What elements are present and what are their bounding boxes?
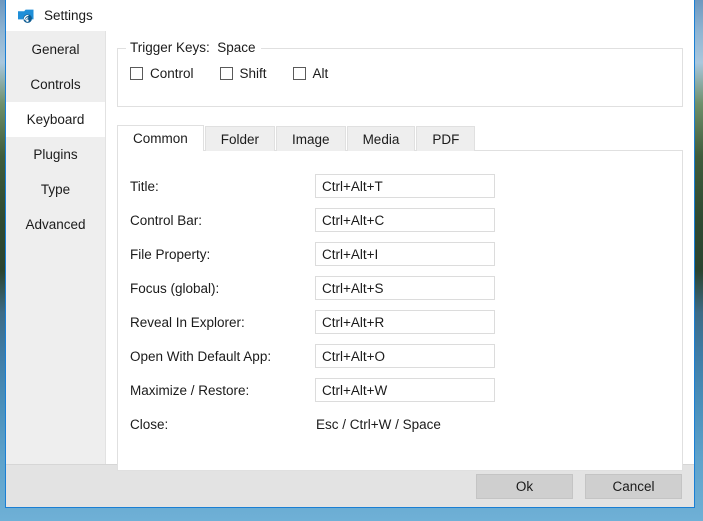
tab-common[interactable]: Common <box>117 125 204 151</box>
tab-label: Image <box>292 132 330 147</box>
shortcut-row-title: Title: <box>118 169 682 203</box>
common-shortcuts-panel: Title: Control Bar: File Property: Focus… <box>117 150 683 471</box>
checkbox-box-icon[interactable] <box>292 67 306 80</box>
shortcut-row-focus-global: Focus (global): <box>118 271 682 305</box>
ok-button[interactable]: Ok <box>476 473 573 499</box>
shortcut-input-open-with-default-app[interactable] <box>315 344 495 368</box>
sidebar-item-label: Type <box>40 182 71 197</box>
tab-label: PDF <box>432 132 460 147</box>
sidebar-item-advanced[interactable]: Advanced <box>6 207 105 242</box>
checkbox-control[interactable]: Control <box>130 66 194 81</box>
shortcut-value-close: Esc / Ctrl+W / Space <box>316 416 441 432</box>
shortcut-row-close: Close: Esc / Ctrl+W / Space <box>118 407 682 441</box>
tab-pdf[interactable]: PDF <box>416 126 476 151</box>
sidebar-item-type[interactable]: Type <box>6 172 105 207</box>
settings-sidebar: General Controls Keyboard Plugins Type A… <box>6 31 106 464</box>
shortcut-label: File Property: <box>130 246 211 262</box>
shortcut-input-focus-global[interactable] <box>315 276 495 300</box>
tab-image[interactable]: Image <box>276 126 346 151</box>
sidebar-item-keyboard[interactable]: Keyboard <box>6 102 105 137</box>
cancel-button[interactable]: Cancel <box>585 473 682 499</box>
shortcut-input-title[interactable] <box>315 174 495 198</box>
sidebar-item-label: Advanced <box>25 217 86 232</box>
shortcut-label: Title: <box>130 178 159 194</box>
shortcut-label: Reveal In Explorer: <box>130 314 245 330</box>
tab-label: Common <box>133 131 188 146</box>
sidebar-item-label: Controls <box>30 77 81 92</box>
window-body: General Controls Keyboard Plugins Type A… <box>6 31 694 471</box>
shortcut-input-reveal-in-explorer[interactable] <box>315 310 495 334</box>
window-titlebar[interactable]: Settings <box>6 0 694 31</box>
settings-content-pane: Trigger Keys: Space Control Shift Alt Co… <box>106 31 694 471</box>
checkbox-alt[interactable]: Alt <box>292 66 329 81</box>
checkbox-shift[interactable]: Shift <box>219 66 267 81</box>
trigger-keys-group: Trigger Keys: Space Control Shift Alt <box>117 40 683 107</box>
checkbox-box-icon[interactable] <box>219 67 233 80</box>
desktop-background: Settings General Controls Keyboard Plugi… <box>0 0 703 521</box>
shortcut-row-control-bar: Control Bar: <box>118 203 682 237</box>
tab-label: Folder <box>220 132 260 147</box>
shortcut-label: Focus (global): <box>130 280 220 296</box>
sidebar-item-plugins[interactable]: Plugins <box>6 137 105 172</box>
settings-window: Settings General Controls Keyboard Plugi… <box>5 0 695 508</box>
shortcut-label: Close: <box>130 416 169 432</box>
trigger-keys-checkbox-row: Control Shift Alt <box>130 66 670 81</box>
tab-label: Media <box>362 132 400 147</box>
shortcut-tabs: Common Folder Image Media PDF <box>117 125 683 151</box>
checkbox-label: Control <box>150 66 194 81</box>
sidebar-item-label: Plugins <box>33 147 78 162</box>
checkbox-box-icon[interactable] <box>130 67 143 80</box>
window-title: Settings <box>44 7 93 23</box>
trigger-keys-legend: Trigger Keys: Space <box>126 40 261 55</box>
sidebar-item-general[interactable]: General <box>6 32 105 67</box>
shortcut-row-reveal-in-explorer: Reveal In Explorer: <box>118 305 682 339</box>
shortcut-row-file-property: File Property: <box>118 237 682 271</box>
shortcut-row-maximize-restore: Maximize / Restore: <box>118 373 682 407</box>
tab-media[interactable]: Media <box>346 126 416 151</box>
sidebar-item-label: Keyboard <box>26 112 85 127</box>
shortcut-label: Open With Default App: <box>130 348 272 364</box>
sidebar-item-label: General <box>31 42 80 57</box>
shortcut-label: Maximize / Restore: <box>130 382 250 398</box>
tab-folder[interactable]: Folder <box>204 126 276 151</box>
shortcut-input-maximize-restore[interactable] <box>315 378 495 402</box>
shortcut-input-control-bar[interactable] <box>315 208 495 232</box>
checkbox-label: Alt <box>312 66 329 81</box>
shortcut-row-open-with-default-app: Open With Default App: <box>118 339 682 373</box>
sidebar-item-controls[interactable]: Controls <box>6 67 105 102</box>
shortcut-input-file-property[interactable] <box>315 242 495 266</box>
camera-icon <box>16 6 36 26</box>
checkbox-label: Shift <box>239 66 267 81</box>
shortcut-label: Control Bar: <box>130 212 203 228</box>
